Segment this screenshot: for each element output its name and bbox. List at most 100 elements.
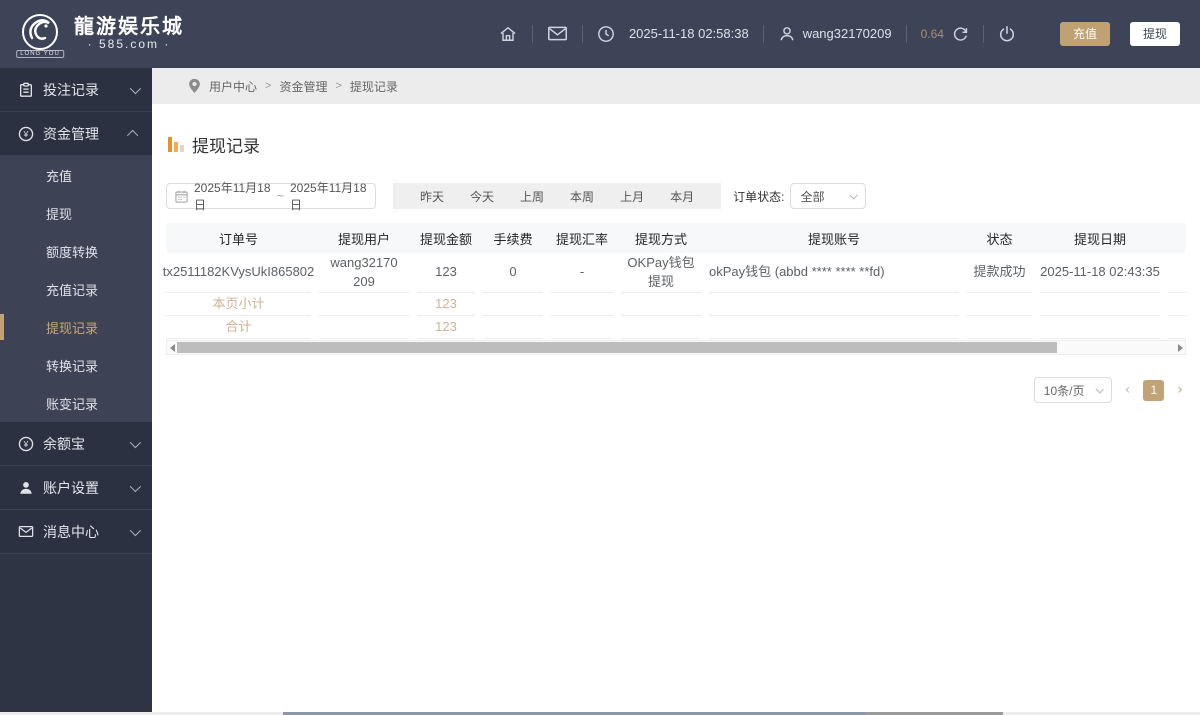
breadcrumb-separator: >: [265, 80, 272, 92]
order-status-label: 订单状态:: [733, 189, 785, 204]
cell-user: wang32170209: [319, 253, 409, 293]
empty-cell: [1168, 293, 1186, 316]
col-header-date: 提现日期: [1073, 231, 1126, 247]
refresh-icon[interactable]: [952, 25, 969, 42]
quick-today[interactable]: 今天: [457, 188, 507, 205]
page-title-text: 提现记录: [192, 137, 260, 156]
cell-method: OKPay钱包提现: [621, 253, 701, 293]
cell-fee: 0: [483, 253, 543, 293]
empty-cell: [483, 293, 543, 316]
chevron-down-icon: [1095, 385, 1104, 394]
col-header-account: 提现账号: [807, 231, 860, 247]
quick-yesterday[interactable]: 昨天: [407, 188, 457, 205]
cell-account: okPay钱包 (abbd **** **** **fd): [709, 253, 959, 293]
date-to: 2025年11月18日: [290, 181, 367, 212]
empty-cell: [551, 293, 613, 316]
recharge-button[interactable]: 充值: [1059, 21, 1110, 47]
page-size-select[interactable]: 10条/页: [1033, 377, 1112, 403]
sidebar-item-withdraw-records[interactable]: 提现记录: [0, 308, 152, 346]
empty-cell: [1168, 316, 1186, 339]
scrollbar-thumb[interactable]: [177, 342, 1057, 353]
empty-cell: [621, 293, 701, 316]
page-size-value: 10条/页: [1043, 383, 1085, 398]
total-label: 合计: [166, 316, 311, 339]
svg-text:¥: ¥: [23, 129, 29, 139]
empty-cell: [967, 316, 1032, 339]
col-header-user: 提现用户: [337, 231, 390, 247]
sidebar-item-bet-records[interactable]: 投注记录: [0, 68, 152, 112]
sidebar-item-label: 投注记录: [43, 81, 99, 98]
col-header-amount: 提现金额: [419, 231, 472, 247]
empty-cell: [319, 293, 409, 316]
dragon-logo-icon: LONG YOU: [14, 8, 66, 60]
empty-cell: [483, 316, 543, 339]
sidebar-item-label: 资金管理: [43, 125, 99, 142]
date-range-picker[interactable]: 2025年11月18日 ~ 2025年11月18日: [166, 181, 376, 212]
scroll-right-arrow-icon[interactable]: [1175, 341, 1185, 354]
page-title: 提现记录: [166, 132, 1186, 157]
sidebar-item-label: 消息中心: [43, 523, 99, 540]
empty-cell: [1040, 316, 1160, 339]
table-horizontal-scrollbar: [166, 340, 1186, 355]
sidebar-item-account-change-records[interactable]: 账变记录: [0, 384, 152, 422]
sidebar-item-quota-transfer[interactable]: 额度转换: [0, 232, 152, 270]
withdraw-button[interactable]: 提现: [1129, 21, 1180, 47]
col-header-method: 提现方式: [634, 231, 687, 247]
sidebar-item-recharge[interactable]: 充值: [0, 156, 152, 194]
current-page-button[interactable]: 1: [1143, 379, 1165, 401]
sidebar-item-message-center[interactable]: 消息中心: [0, 510, 152, 554]
sidebar-item-yuebao[interactable]: ¥ 余额宝: [0, 422, 152, 466]
breadcrumb-user-center[interactable]: 用户中心: [209, 78, 257, 95]
prev-page-icon[interactable]: ‹: [1122, 382, 1134, 398]
empty-cell: [1040, 293, 1160, 316]
power-icon[interactable]: [998, 25, 1016, 43]
current-datetime: 2025-11-18 02:58:38: [628, 26, 749, 42]
chevron-down-icon: [849, 191, 859, 200]
username: wang32170209: [802, 26, 892, 42]
balance-amount: 0.64: [920, 26, 944, 41]
sidebar-item-withdraw[interactable]: 提现: [0, 194, 152, 232]
quick-last-week[interactable]: 上周: [507, 188, 557, 205]
submenu-label: 账变记录: [46, 396, 99, 412]
quick-this-week[interactable]: 本周: [557, 188, 607, 205]
empty-cell: [319, 316, 409, 339]
mail-icon[interactable]: [547, 25, 568, 42]
breadcrumb: 用户中心 > 资金管理 > 提现记录: [152, 68, 1200, 104]
submenu-label: 充值: [46, 168, 73, 184]
empty-cell: [709, 293, 959, 316]
bar-chart-icon: [168, 136, 184, 153]
clock-icon: [597, 25, 615, 43]
next-page-icon[interactable]: ›: [1174, 382, 1186, 398]
sidebar: 投注记录 ¥ 资金管理 充值 提现 额度转换 充值记录 提现记录 转换记录 账变…: [0, 68, 152, 712]
quick-date-filters: 昨天 今天 上周 本周 上月 本月: [393, 183, 722, 209]
yen-circle-icon: ¥: [18, 436, 34, 452]
sidebar-item-transfer-records[interactable]: 转换记录: [0, 346, 152, 384]
submenu-label: 充值记录: [46, 282, 99, 298]
empty-cell: [551, 316, 613, 339]
breadcrumb-funds-management[interactable]: 资金管理: [279, 78, 327, 95]
separator: [905, 24, 907, 43]
sidebar-item-recharge-records[interactable]: 充值记录: [0, 270, 152, 308]
subtotal-label: 本页小计: [166, 293, 311, 316]
calendar-icon: [175, 190, 188, 203]
cell-amount: 123: [417, 253, 475, 293]
home-icon[interactable]: [498, 24, 518, 44]
sidebar-item-label: 余额宝: [43, 435, 85, 452]
separator: [531, 24, 533, 43]
sidebar-item-account-settings[interactable]: 账户设置: [0, 466, 152, 510]
quick-this-month[interactable]: 本月: [657, 188, 707, 205]
quick-last-month[interactable]: 上月: [607, 188, 657, 205]
breadcrumb-separator: >: [335, 80, 342, 92]
chevron-down-icon: [129, 436, 142, 448]
cell-order-no: tx2511182KVysUkI865802: [163, 253, 314, 293]
order-status-select[interactable]: 全部: [790, 183, 867, 209]
sidebar-item-funds-management[interactable]: ¥ 资金管理: [0, 112, 152, 156]
chevron-down-icon: [129, 524, 142, 536]
col-header-rate: 提现汇率: [555, 231, 608, 247]
subtotal-row: 本页小计 123: [166, 293, 1186, 316]
chevron-down-icon: [129, 82, 142, 94]
scroll-left-arrow-icon[interactable]: [167, 341, 177, 354]
submenu-label: 额度转换: [46, 244, 99, 260]
topbar: LONG YOU 龍游娱乐城 · 585.com · 2025-11-18 02…: [0, 0, 1200, 68]
location-pin-icon: [188, 78, 201, 94]
